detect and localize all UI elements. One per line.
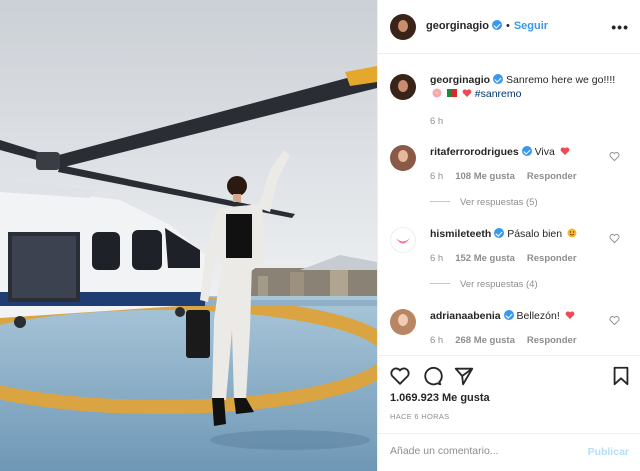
comment-likes[interactable]: 152 Me gusta — [455, 253, 515, 264]
verified-icon — [491, 20, 502, 30]
heart-icon[interactable] — [389, 365, 411, 387]
caption-avatar[interactable] — [390, 74, 416, 100]
flower-emoji-icon — [432, 88, 442, 98]
comment-icon[interactable] — [421, 365, 443, 387]
verified-icon — [503, 310, 514, 320]
smiling-face-emoji-icon — [567, 228, 577, 238]
bookmark-icon[interactable] — [610, 365, 632, 387]
share-icon[interactable] — [453, 365, 475, 387]
reply-button[interactable]: Responder — [527, 171, 577, 182]
helicopter-photo — [0, 0, 377, 471]
publish-button[interactable]: Publicar — [588, 446, 629, 458]
avatar[interactable] — [390, 14, 416, 40]
add-comment-bar: Publicar — [378, 433, 640, 471]
reply-button[interactable]: Responder — [527, 253, 577, 264]
caption: georginagio Sanremo here we go!!!! #sanr… — [430, 73, 625, 101]
verified-icon — [494, 228, 505, 238]
comment-age: 6 h — [430, 335, 444, 346]
more-options-icon[interactable]: ••• — [611, 19, 629, 35]
caption-username[interactable]: georginagio — [430, 74, 490, 86]
comment-input[interactable] — [390, 445, 580, 457]
likes-count[interactable]: 1.069.923 Me gusta — [390, 392, 490, 404]
comment-text: Bellezón! — [516, 310, 560, 322]
comment-username[interactable]: hismileteeth — [430, 228, 491, 240]
comment-age: 6 h — [430, 171, 444, 182]
comment-avatar[interactable] — [390, 145, 416, 171]
comment-age: 6 h — [430, 253, 444, 264]
post-details-panel: georginagio • Seguir ••• georginagio Sanre… — [377, 0, 640, 471]
like-comment-heart-icon[interactable] — [609, 315, 620, 326]
post-header: georginagio • Seguir ••• — [378, 0, 640, 54]
comment-likes[interactable]: 268 Me gusta — [455, 335, 515, 346]
reply-button[interactable]: Responder — [527, 335, 577, 346]
caption-hashtag[interactable]: #sanremo — [475, 88, 522, 100]
comment-username[interactable]: ritaferrorodrigues — [430, 146, 519, 158]
view-replies[interactable]: Ver respuestas (5) — [430, 197, 538, 208]
comment-text-row: hismileteeth Pásalo bien — [430, 227, 577, 241]
post-image[interactable] — [0, 0, 377, 471]
heart-emoji-icon — [462, 89, 472, 97]
comment-text-row: ritaferrorodrigues Viva — [430, 145, 570, 159]
like-comment-heart-icon[interactable] — [609, 151, 620, 162]
follow-button[interactable]: Seguir — [514, 20, 548, 32]
smile-logo-icon — [396, 238, 410, 244]
comment-text: Viva — [534, 146, 555, 158]
separator-dot: • — [505, 20, 510, 32]
like-comment-heart-icon[interactable] — [609, 233, 620, 244]
comment-text: Pásalo bien — [507, 228, 563, 240]
comment-text-row: adrianaabenia Bellezón! — [430, 309, 575, 323]
post-timestamp[interactable]: HACE 6 HORAS — [390, 412, 449, 421]
comment-avatar[interactable] — [390, 309, 416, 335]
view-replies[interactable]: Ver respuestas (4) — [430, 279, 538, 290]
comment-avatar[interactable] — [390, 227, 416, 253]
verified-icon — [493, 74, 504, 84]
comment-username[interactable]: adrianaabenia — [430, 310, 501, 322]
action-bar — [378, 355, 640, 386]
verified-icon — [521, 146, 532, 156]
heart-emoji-icon — [560, 147, 570, 155]
header-username[interactable]: georginagio — [426, 20, 489, 32]
comment-likes[interactable]: 108 Me gusta — [455, 171, 515, 182]
heart-emoji-icon — [565, 311, 575, 319]
caption-age: 6 h — [430, 116, 444, 127]
caption-text: Sanremo here we go!!!! — [506, 74, 616, 86]
portugal-flag-icon — [446, 89, 457, 97]
